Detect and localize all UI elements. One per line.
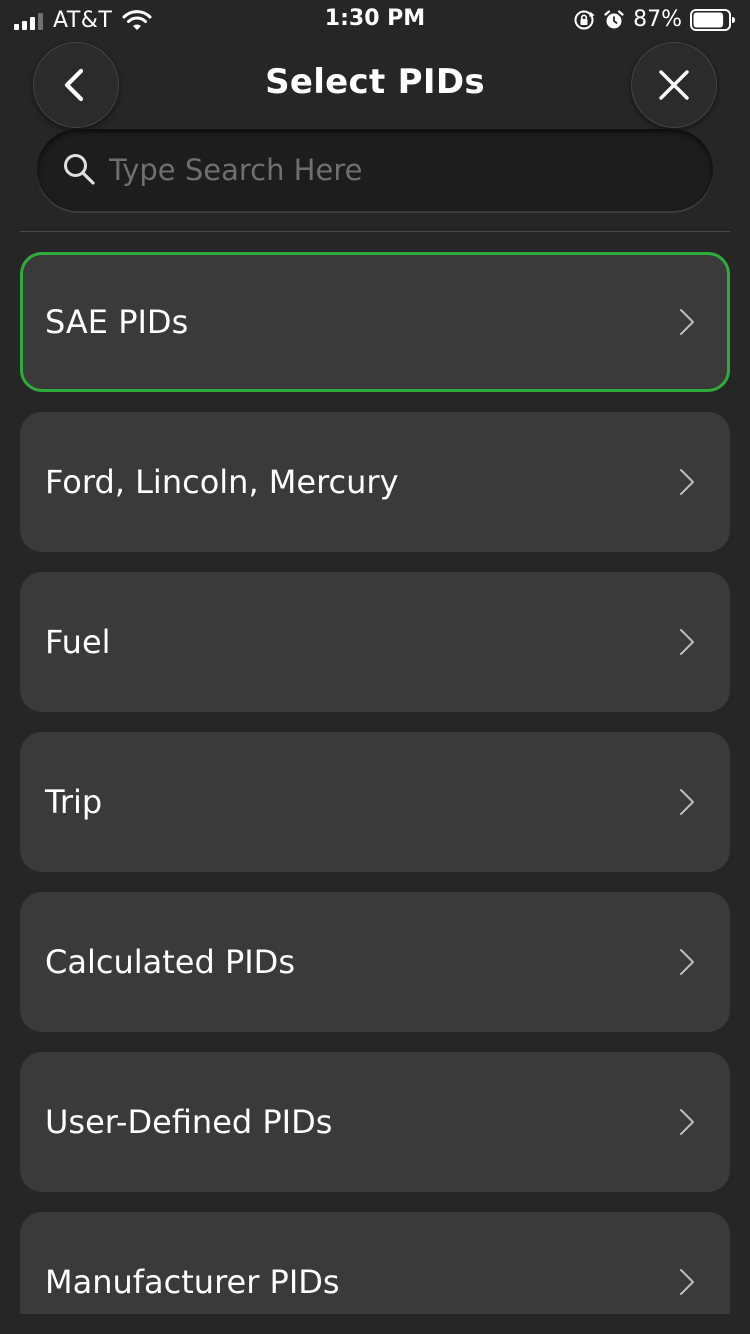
- list-item-calculated-pids[interactable]: Calculated PIDs: [20, 892, 730, 1032]
- close-icon: [659, 70, 689, 100]
- battery-percentage: 87%: [633, 7, 682, 32]
- list-item-label: Ford, Lincoln, Mercury: [45, 463, 399, 501]
- list-item-user-defined-pids[interactable]: User-Defined PIDs: [20, 1052, 730, 1192]
- list-item-ford-lincoln-mercury[interactable]: Ford, Lincoln, Mercury: [20, 412, 730, 552]
- list-item-manufacturer-pids[interactable]: Manufacturer PIDs: [20, 1212, 730, 1314]
- divider: [20, 231, 730, 232]
- chevron-right-icon: [680, 949, 694, 975]
- search-icon: [64, 154, 95, 185]
- list-item-label: Calculated PIDs: [45, 943, 295, 981]
- list-item-label: Manufacturer PIDs: [45, 1263, 340, 1301]
- orientation-lock-icon: [574, 10, 595, 29]
- back-button[interactable]: [33, 42, 119, 128]
- header: Select PIDs: [0, 40, 750, 130]
- search-box[interactable]: [37, 129, 713, 211]
- page-title: Select PIDs: [265, 62, 485, 102]
- status-bar: AT&T 1:30 PM 87%: [0, 0, 750, 40]
- list-item-label: User-Defined PIDs: [45, 1103, 333, 1141]
- chevron-right-icon: [680, 1109, 694, 1135]
- bottom-bar: [0, 1314, 750, 1334]
- list-item-label: Fuel: [45, 623, 111, 661]
- chevron-right-icon: [680, 629, 694, 655]
- list-item-trip[interactable]: Trip: [20, 732, 730, 872]
- chevron-left-icon: [64, 68, 84, 102]
- close-button[interactable]: [631, 42, 717, 128]
- alarm-icon: [604, 9, 624, 28]
- chevron-right-icon: [680, 469, 694, 495]
- search-input[interactable]: [109, 147, 689, 193]
- list-item-label: Trip: [45, 783, 103, 821]
- status-right: 87%: [573, 7, 736, 32]
- list-item-label: SAE PIDs: [45, 303, 189, 341]
- chevron-right-icon: [680, 789, 694, 815]
- chevron-right-icon: [680, 1269, 694, 1295]
- chevron-right-icon: [680, 309, 694, 335]
- battery-icon: [690, 8, 735, 31]
- list-item-fuel[interactable]: Fuel: [20, 572, 730, 712]
- pid-category-list: SAE PIDs Ford, Lincoln, Mercury Fuel Tri…: [0, 252, 750, 1314]
- list-item-sae-pids[interactable]: SAE PIDs: [20, 252, 730, 392]
